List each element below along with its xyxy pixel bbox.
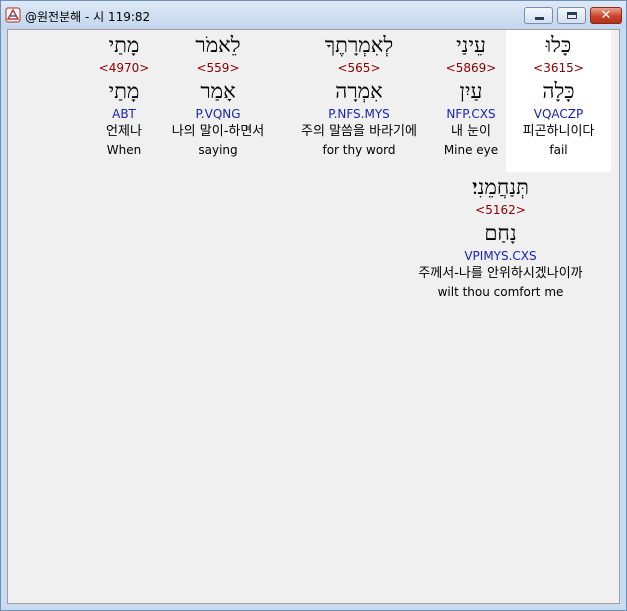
hebrew-word: לְאִמְרָתֶךָ [324, 33, 394, 57]
korean-gloss: 나의 말이-하면서 [171, 124, 265, 139]
word-column-2[interactable]: לְאִמְרָתֶךָ <565> אִמְרָה P.NFS.MYS 주의 … [284, 30, 434, 172]
maximize-button[interactable] [557, 7, 586, 24]
minimize-button[interactable] [524, 7, 553, 24]
interlinear-panel: כָּלוּ <3615> כָּלָה VQACZP 피곤하니이다 fail … [7, 29, 620, 604]
hebrew-word: כָּלוּ [545, 33, 572, 57]
korean-gloss: 주께서-나를 안위하시겠나이까 [418, 266, 583, 281]
hebrew-word: מָתַי [108, 33, 140, 57]
word-column-3[interactable]: לֵאמֹר <559> אָמַר P.VQNG 나의 말이-하면서 sayi… [158, 30, 278, 172]
lemma-word: עַיִן [459, 79, 483, 103]
hebrew-word: עֵינַי [456, 33, 486, 57]
lemma-word: אָמַר [200, 79, 236, 103]
close-button[interactable]: ✕ [590, 7, 622, 24]
morphology-code: P.VQNG [195, 107, 241, 121]
morphology-code: NFP.CXS [446, 107, 496, 121]
window-title: @원전분해 - 시 119:82 [25, 10, 151, 24]
maximize-icon [567, 12, 577, 19]
korean-gloss: 피곤하니이다 [522, 124, 595, 139]
word-column-0[interactable]: כָּלוּ <3615> כָּלָה VQACZP 피곤하니이다 fail [506, 30, 611, 172]
strong-number[interactable]: <4970> [94, 60, 154, 76]
korean-gloss: 주의 말씀을 바라기에 [301, 124, 417, 139]
lemma-word: אִמְרָה [335, 79, 383, 103]
strong-number[interactable]: <559> [158, 60, 278, 76]
english-gloss: fail [549, 143, 568, 157]
strong-number[interactable]: <565> [284, 60, 434, 76]
korean-gloss: 언제나 [106, 124, 142, 139]
hebrew-word: לֵאמֹר [195, 33, 241, 57]
app-window: @원전분해 - 시 119:82 ✕ כָּלוּ <3615> כָּלָה … [0, 0, 627, 611]
word-column-4[interactable]: מָתַי <4970> מָתַי ABT 언제나 When [94, 30, 154, 172]
lemma-word: כָּלָה [542, 79, 575, 103]
lemma-word: נָחַם [484, 221, 517, 245]
korean-gloss: 내 눈이 [450, 124, 491, 139]
morphology-code: ABT [112, 107, 136, 121]
hebrew-word: תְּנַחֲמֵנִי׃ [472, 175, 529, 199]
english-gloss: saying [198, 143, 238, 157]
english-gloss: When [106, 143, 142, 157]
morphology-code: VPIMYS.CXS [464, 249, 537, 263]
title-bar[interactable]: @원전분해 - 시 119:82 ✕ [1, 1, 626, 29]
lemma-word: מָתַי [108, 79, 140, 103]
english-gloss: Mine eye [443, 143, 499, 157]
strong-number[interactable]: <5869> [436, 60, 506, 76]
morphology-code: P.NFS.MYS [328, 107, 390, 121]
app-icon [5, 7, 21, 23]
english-gloss: for thy word [322, 143, 396, 157]
word-column-1[interactable]: עֵינַי <5869> עַיִן NFP.CXS 내 눈이 Mine ey… [436, 30, 506, 172]
close-icon: ✕ [600, 8, 612, 23]
strong-number[interactable]: <5162> [393, 202, 608, 218]
morphology-code: VQACZP [533, 107, 584, 121]
minimize-icon [535, 17, 544, 20]
word-column-5[interactable]: תְּנַחֲמֵנִי׃ <5162> נָחַם VPIMYS.CXS 주께… [393, 172, 608, 312]
strong-number[interactable]: <3615> [506, 60, 611, 76]
english-gloss: wilt thou comfort me [437, 285, 564, 299]
